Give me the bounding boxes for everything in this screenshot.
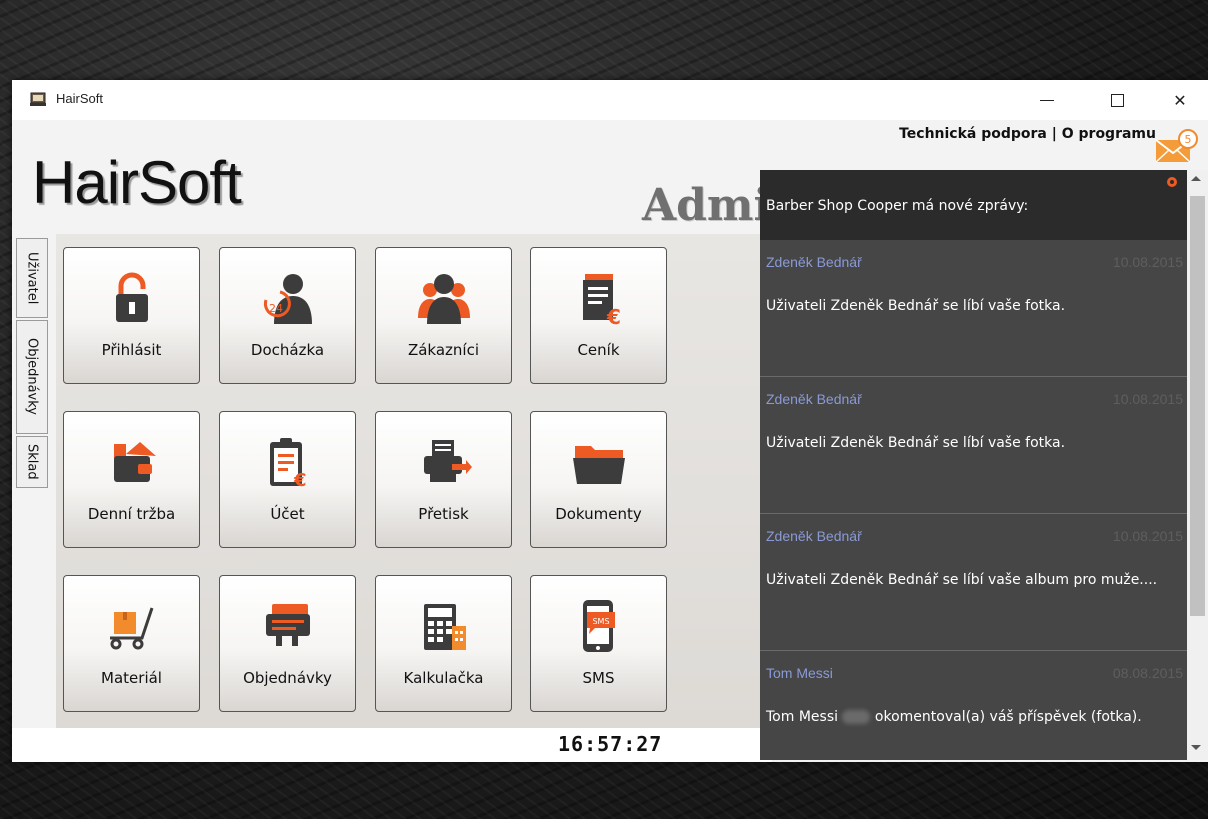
tile-denni-trzba[interactable]: Denní tržba (63, 411, 200, 548)
tile-sms[interactable]: SMS SMS (530, 575, 667, 712)
svg-text:24: 24 (269, 302, 283, 315)
side-tab-objednavky[interactable]: Objednávky (16, 320, 48, 434)
window-title: HairSoft (56, 91, 103, 106)
svg-text:SMS: SMS (592, 617, 609, 626)
pricelist-icon: € (583, 274, 621, 326)
support-links[interactable]: Technická podpora | O programu (899, 126, 1156, 142)
clock: 16:57:27 (558, 732, 663, 756)
notification-header: Barber Shop Cooper má nové zprávy: (760, 170, 1187, 240)
gear-icon[interactable] (1166, 176, 1178, 188)
brand-logo: HairSoft (32, 149, 242, 216)
tile-label: Docházka (250, 341, 325, 359)
tile-dochazka[interactable]: 24 Docházka (219, 247, 356, 384)
tile-cenik[interactable]: € Ceník (530, 247, 667, 384)
bill-icon: € (270, 438, 307, 490)
calculator-icon (424, 604, 466, 650)
app-icon (30, 92, 46, 106)
maximize-icon (1110, 93, 1124, 107)
notification-author[interactable]: Zdeněk Bednář (766, 391, 862, 407)
minimize-button[interactable] (1027, 84, 1067, 116)
notification-text: Tom Messi okomentoval(a) váš příspěvek (… (766, 707, 1166, 727)
tile-label: Přihlásit (101, 341, 162, 359)
customers-icon (418, 274, 470, 324)
notification-text-before: Tom Messi (766, 709, 838, 725)
tile-kalkulacka[interactable]: Kalkulačka (375, 575, 512, 712)
tile-ucet[interactable]: € Účet (219, 411, 356, 548)
side-tab-uzivatel[interactable]: Uživatel (16, 238, 48, 318)
tile-label: SMS (582, 669, 615, 687)
tile-dokumenty[interactable]: Dokumenty (530, 411, 667, 548)
notification-item[interactable]: Zdeněk Bednář 10.08.2015 Uživateli Zdeně… (760, 514, 1187, 651)
tile-label: Účet (270, 505, 305, 523)
tile-zakaznici[interactable]: Zákazníci (375, 247, 512, 384)
tile-area: Přihlásit 24 Docházka Zákazníci € Ceník … (56, 234, 856, 728)
notification-author[interactable]: Zdeněk Bednář (766, 254, 862, 270)
folder-icon (573, 446, 625, 484)
notification-item[interactable]: Zdeněk Bednář 10.08.2015 Uživateli Zdeně… (760, 240, 1187, 377)
maximize-button[interactable] (1097, 84, 1137, 116)
tile-label: Objednávky (243, 669, 332, 687)
redacted-name (842, 710, 871, 724)
tile-material[interactable]: Materiál (63, 575, 200, 712)
notification-date: 10.08.2015 (1112, 391, 1183, 407)
cart-icon (110, 607, 154, 650)
notification-date: 10.08.2015 (1112, 254, 1183, 270)
printer-icon (424, 440, 472, 482)
tile-label: Kalkulačka (403, 669, 484, 687)
tile-label: Materiál (101, 669, 162, 687)
notification-panel: Barber Shop Cooper má nové zprávy: Zdeně… (760, 170, 1187, 760)
lock-icon (116, 272, 148, 322)
minimize-icon (1040, 99, 1054, 101)
mail-icon[interactable]: 5 (1154, 128, 1200, 164)
notification-author[interactable]: Tom Messi (766, 665, 833, 681)
tile-prihlasit[interactable]: Přihlásit (63, 247, 200, 384)
notification-text: Uživateli Zdeněk Bednář se líbí vaše fot… (766, 435, 1066, 451)
role-title: Admi (642, 180, 771, 231)
tile-label: Denní tržba (87, 505, 176, 523)
tile-label: Přetisk (418, 505, 469, 523)
tile-objednavky[interactable]: Objednávky (219, 575, 356, 712)
notification-date: 08.08.2015 (1112, 665, 1183, 681)
mail-count: 5 (1185, 133, 1192, 146)
side-tab-label: Objednávky (24, 338, 40, 416)
sms-phone-icon: SMS (583, 600, 615, 652)
close-icon: ✕ (1173, 90, 1187, 110)
side-tab-label: Sklad (24, 444, 40, 480)
notification-scrollbar[interactable] (1187, 170, 1208, 760)
notification-text-after: okomentoval(a) váš příspěvek (fotka). (874, 709, 1142, 725)
side-tab-sklad[interactable]: Sklad (16, 436, 48, 488)
scroll-up-icon[interactable] (1191, 176, 1201, 181)
notification-item[interactable]: Tom Messi 08.08.2015 Tom Messi okomentov… (760, 651, 1187, 760)
tile-label: Dokumenty (555, 505, 642, 523)
scroll-down-icon[interactable] (1191, 745, 1201, 750)
notification-text: Uživateli Zdeněk Bednář se líbí vaše fot… (766, 298, 1066, 314)
svg-text:€: € (293, 470, 307, 490)
notification-text: Uživateli Zdeněk Bednář se líbí vaše alb… (766, 572, 1158, 588)
tile-label: Ceník (577, 341, 620, 359)
wallet-icon (114, 442, 156, 482)
close-button[interactable]: ✕ (1160, 84, 1200, 116)
notification-date: 10.08.2015 (1112, 528, 1183, 544)
side-tab-label: Uživatel (24, 251, 40, 305)
title-bar: HairSoft ✕ (12, 80, 1208, 120)
svg-text:€: € (606, 305, 621, 326)
scroll-thumb[interactable] (1190, 196, 1205, 616)
notification-author[interactable]: Zdeněk Bednář (766, 528, 862, 544)
notification-item[interactable]: Zdeněk Bednář 10.08.2015 Uživateli Zdeně… (760, 377, 1187, 514)
tile-label: Zákazníci (407, 341, 480, 359)
tile-pretisk[interactable]: Přetisk (375, 411, 512, 548)
orders-icon (266, 604, 310, 646)
attendance-icon: 24 (263, 274, 312, 324)
notification-title: Barber Shop Cooper má nové zprávy: (766, 198, 1029, 214)
